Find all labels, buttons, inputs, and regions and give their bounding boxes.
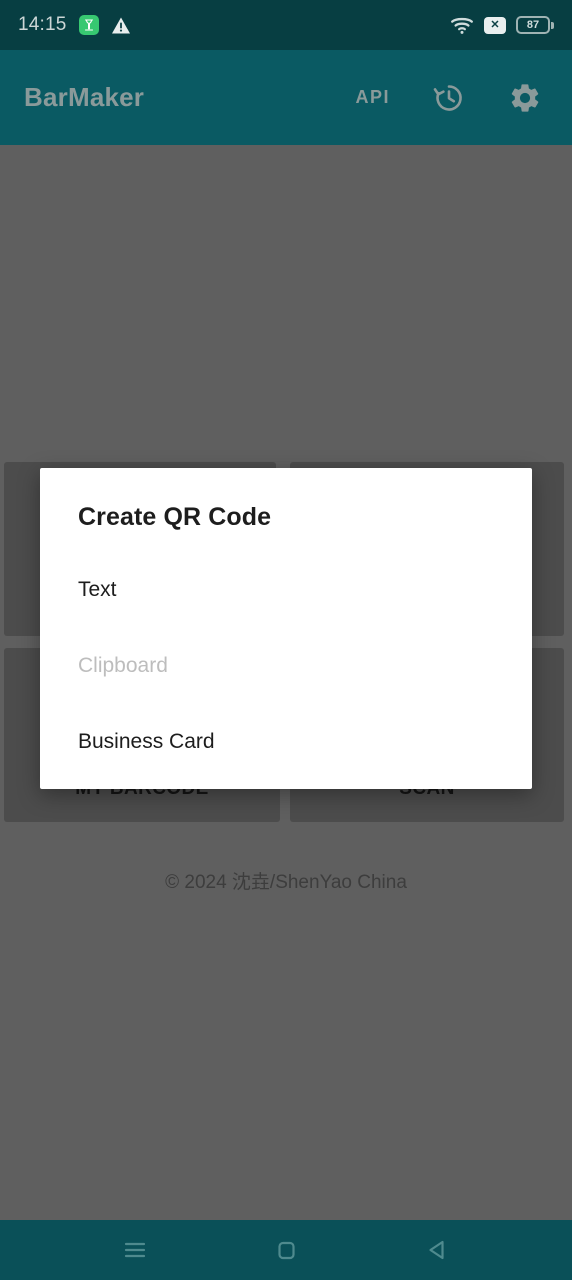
copyright-text: © 2024 沈垚/ShenYao China: [165, 872, 407, 893]
system-navigation-bar: [0, 1220, 572, 1280]
dialog-title: Create QR Code: [78, 503, 272, 531]
battery-level-label: 87: [526, 18, 540, 31]
app-notification-icon: [78, 15, 99, 35]
app-title: BarMaker: [24, 82, 145, 112]
battery-icon: 87: [516, 16, 554, 34]
status-clock: 14:15: [18, 14, 67, 35]
dialog-option-clipboard: Clipboard: [78, 654, 168, 677]
api-button[interactable]: API: [355, 87, 390, 108]
no-sim-badge-label: ✕: [484, 16, 506, 34]
home-button[interactable]: [256, 1220, 316, 1280]
status-bar-left: 14:15: [18, 14, 131, 36]
settings-gear-icon[interactable]: [508, 81, 542, 115]
warning-triangle-icon: [111, 16, 131, 35]
battery-cap: [551, 21, 554, 29]
back-button[interactable]: [407, 1220, 467, 1280]
no-sim-icon: ✕: [484, 16, 506, 34]
app-bar: BarMaker API: [0, 50, 572, 145]
recents-button[interactable]: [105, 1220, 165, 1280]
phone-screen: 14:15 ✕ 87 BarMaker API © 2024 沈垚/ShenYa…: [0, 0, 572, 1280]
wifi-icon: [450, 15, 474, 35]
history-icon[interactable]: [432, 81, 466, 115]
status-bar-right: ✕ 87: [450, 15, 554, 35]
status-bar: 14:15 ✕ 87: [0, 0, 572, 50]
dialog-option-business-card[interactable]: Business Card: [78, 730, 215, 754]
app-bar-actions: API: [355, 81, 548, 115]
dialog-option-text[interactable]: Text: [78, 578, 117, 602]
